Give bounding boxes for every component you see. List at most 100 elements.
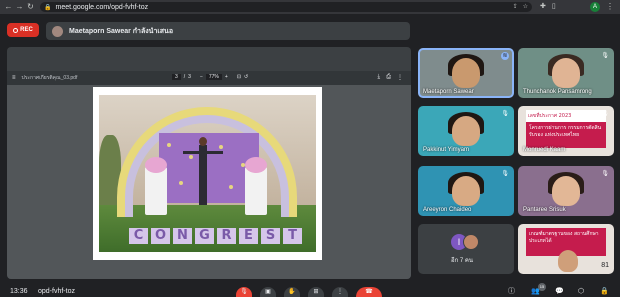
person-figure: [199, 145, 207, 205]
pdf-title: ประกาศเกียรติคุณ_03.pdf: [21, 75, 78, 81]
zoom-in-icon[interactable]: +: [225, 74, 228, 80]
recording-dot-icon: [13, 27, 19, 33]
participant-tile[interactable]: ≋ Maetaporn Sawear: [418, 48, 514, 98]
pdf-menu-icon[interactable]: ≡: [12, 75, 16, 81]
flowers-right: [245, 157, 267, 173]
participant-face: [452, 176, 480, 206]
mic-off-icon: 🎙: [601, 53, 609, 59]
sidebar-icon[interactable]: ▯: [552, 0, 556, 14]
participant-tile[interactable]: 🎙 Areeyron Chaideo: [418, 166, 514, 216]
forward-icon[interactable]: →: [14, 0, 25, 14]
letter-block: R: [217, 228, 236, 244]
flowers-left: [145, 157, 167, 173]
end-call-button[interactable]: ☎: [356, 287, 382, 297]
letter-blocks: C O N G R E S T: [129, 228, 302, 244]
letter-block: E: [239, 228, 258, 244]
stage-photo: C O N G R E S T: [99, 95, 316, 252]
participant-name: Pantaree Srisuk: [523, 207, 566, 213]
pdf-page-current[interactable]: 3: [172, 74, 181, 80]
bookmark-star-icon[interactable]: ☆: [523, 2, 528, 12]
letter-block: O: [151, 228, 170, 244]
browser-menu-icon[interactable]: ⋮: [606, 0, 614, 14]
presenter-text: Maetaporn Sawear กำลังนำเสนอ: [69, 27, 174, 35]
pdf-toolbar: ≡ ประกาศเกียรติคุณ_03.pdf 3 / 3 − 77% + …: [7, 71, 411, 85]
sign-number: 81: [601, 262, 609, 269]
mic-off-icon: 🎙: [501, 111, 509, 117]
present-button[interactable]: ⊞: [308, 287, 324, 297]
letter-block: C: [129, 228, 148, 244]
participant-tile[interactable]: เลขที่ประกาศ 2023 โครงการผ่านการ กรรมการ…: [518, 106, 614, 156]
share-icon[interactable]: ⇪: [513, 2, 518, 12]
participant-name: Pakkinut Yimyam: [423, 147, 470, 153]
sign-header: เลขที่ประกาศ 2023: [526, 110, 606, 122]
person-head: [199, 137, 207, 146]
pdf-more-icon[interactable]: ⋮: [397, 74, 403, 81]
lock-icon: 🔒: [44, 4, 52, 11]
extensions-puzzle-icon[interactable]: ✚: [540, 0, 546, 14]
more-options-button[interactable]: ⋮: [332, 287, 348, 297]
activities-icon[interactable]: ⬡: [578, 287, 584, 297]
download-icon[interactable]: ⤓: [378, 74, 381, 81]
participant-face: [558, 250, 578, 272]
shared-screen: ≡ ประกาศเกียรติคุณ_03.pdf 3 / 3 − 77% + …: [7, 47, 411, 279]
flower-stand-left: [145, 167, 167, 215]
participant-name: Thunchanok Pansamrong: [523, 89, 592, 95]
pdf-canvas[interactable]: C O N G R E S T: [7, 85, 411, 279]
letter-block: S: [261, 228, 280, 244]
others-count-label: อีก 7 คน: [451, 258, 474, 264]
host-controls-icon[interactable]: 🔒: [600, 287, 609, 297]
meeting-clock: 13:36: [10, 288, 28, 295]
participant-name: Monruedi Kaam: [523, 147, 566, 153]
raise-hand-button[interactable]: ✋: [284, 287, 300, 297]
active-speaker-ring: [418, 48, 514, 98]
presenter-banner: Maetaporn Sawear กำลังนำเสนอ: [46, 22, 410, 40]
url-text: meet.google.com/opd-fvhf-toz: [55, 3, 149, 11]
mic-off-icon: 🎙: [601, 111, 609, 117]
meeting-controls: 13:36 opd-fvhf-toz 🎙 ▣ ✋ ⊞ ⋮ ☎ ⓘ 👥 15 💬 …: [0, 283, 620, 297]
info-icon[interactable]: ⓘ: [508, 287, 515, 297]
backdrop-decoration: [179, 181, 183, 185]
participant-face: [552, 176, 580, 206]
others-tile[interactable]: I อีก 7 คน: [418, 224, 514, 274]
participant-tile[interactable]: 🎙 Thunchanok Pansamrong: [518, 48, 614, 98]
others-photo-avatar: [463, 234, 479, 250]
pdf-right-icons: ⤓ ⎙ ⋮: [378, 74, 403, 81]
participant-tile[interactable]: 🎙 Pantaree Srisuk: [518, 166, 614, 216]
address-bar[interactable]: 🔒 meet.google.com/opd-fvhf-toz ⇪ ☆: [40, 2, 532, 12]
profile-avatar[interactable]: A: [590, 2, 600, 12]
participant-name: Areeyron Chaideo: [423, 207, 472, 213]
flower-stand-right: [245, 167, 267, 215]
backdrop-decoration: [189, 155, 193, 159]
chat-icon[interactable]: 💬: [555, 287, 564, 297]
pdf-page-controls: 3 / 3 − 77% + ⊡ ↺: [172, 74, 248, 80]
reload-icon[interactable]: ↻: [25, 0, 36, 14]
mic-off-icon: 🎙: [501, 171, 509, 177]
presenter-avatar: [52, 25, 63, 37]
mic-off-icon: 🎙: [601, 171, 609, 177]
rotate-icon[interactable]: ↺: [244, 74, 248, 80]
camera-toggle-button[interactable]: ▣: [260, 287, 276, 297]
mic-toggle-button[interactable]: 🎙: [236, 287, 252, 297]
zoom-out-icon[interactable]: −: [200, 74, 203, 80]
participant-count-badge: 15: [538, 283, 546, 291]
pdf-zoom[interactable]: 77%: [205, 74, 222, 80]
pdf-page: C O N G R E S T: [93, 87, 322, 260]
participant-face: [552, 58, 580, 88]
participant-tile[interactable]: เกณฑ์มาตรฐานของ สถานศึกษาประเภทได้ 81: [518, 224, 614, 274]
address-bar-icons: ⇪ ☆: [513, 2, 528, 12]
pdf-page-total: 3: [188, 74, 191, 80]
letter-block: N: [173, 228, 192, 244]
sign-body: โครงการผ่านการ กรรมการตัดสินรับรอง แห่งป…: [526, 122, 606, 148]
purple-backdrop: [159, 133, 259, 203]
fit-page-icon[interactable]: ⊡: [237, 74, 241, 80]
extension-icons: ✚ ▯: [540, 0, 556, 14]
letter-block: G: [195, 228, 214, 244]
back-icon[interactable]: ←: [3, 0, 14, 14]
browser-toolbar: ← → ↻ 🔒 meet.google.com/opd-fvhf-toz ⇪ ☆…: [0, 0, 620, 14]
backdrop-decoration: [229, 185, 233, 189]
meeting-code: opd-fvhf-toz: [38, 288, 75, 295]
letter-block: T: [283, 228, 302, 244]
participant-tile[interactable]: 🎙 Pakkinut Yimyam: [418, 106, 514, 156]
participant-face: [452, 116, 480, 146]
print-icon[interactable]: ⎙: [386, 74, 391, 81]
